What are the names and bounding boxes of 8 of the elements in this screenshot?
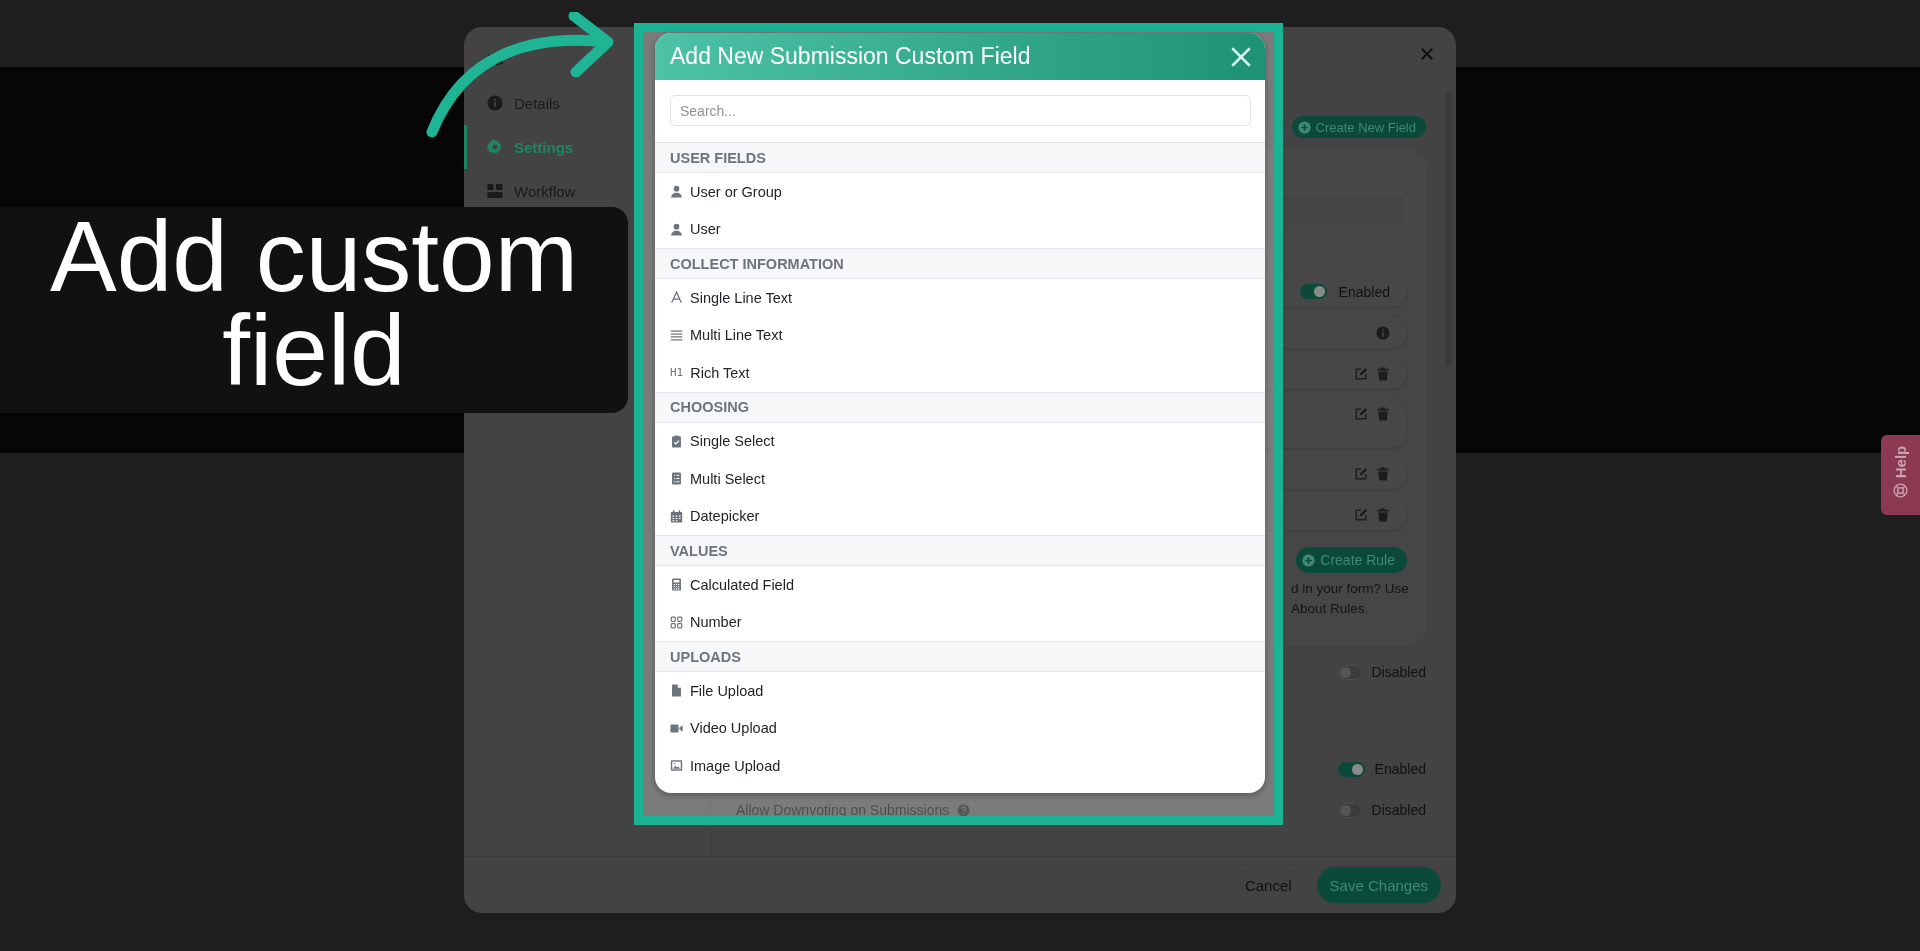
section-heading: COLLECT INFORMATION: [655, 248, 1265, 279]
caption-text: Add custom field: [49, 209, 579, 399]
section-heading: UPLOADS: [655, 641, 1265, 672]
section-heading: CHOOSING: [655, 391, 1265, 423]
heading-icon: H1: [670, 366, 684, 380]
modal-title: Add New Submission Custom Field: [670, 43, 1031, 70]
section-heading: USER FIELDS: [655, 142, 1265, 173]
section-heading: VALUES: [655, 535, 1265, 566]
